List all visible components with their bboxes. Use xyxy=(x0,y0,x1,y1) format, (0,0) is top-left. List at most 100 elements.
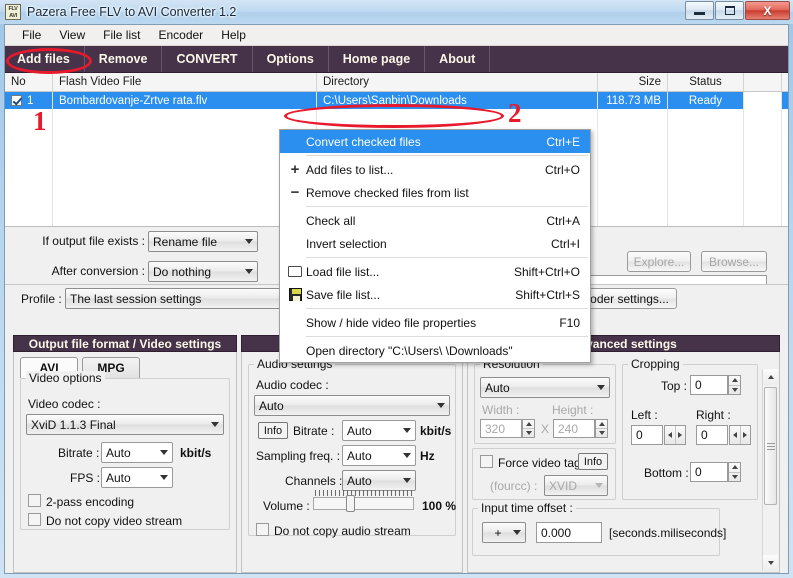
menu-item-add-files-to-list[interactable]: + Add files to list... Ctrl+O xyxy=(280,158,590,181)
menu-item-show-hide-video-properties[interactable]: Show / hide video file properties F10 xyxy=(280,311,590,334)
if-output-exists-select[interactable]: Rename file xyxy=(148,231,258,252)
file-list-context-menu[interactable]: Convert checked files Ctrl+E + Add files… xyxy=(279,129,591,363)
close-icon: X xyxy=(763,3,772,18)
menu-item-accel: Ctrl+A xyxy=(546,213,580,228)
menu-item-invert-selection[interactable]: Invert selection Ctrl+I xyxy=(280,232,590,255)
toolbar-home-page[interactable]: Home page xyxy=(329,46,426,72)
toolbar-options[interactable]: Options xyxy=(253,46,329,72)
explore-button[interactable]: Explore... xyxy=(627,251,691,272)
toolbar-remove[interactable]: Remove xyxy=(85,46,163,72)
volume-slider[interactable] xyxy=(313,497,414,510)
menu-view[interactable]: View xyxy=(50,26,94,44)
force-video-tag-info-button[interactable]: Info xyxy=(578,453,608,470)
chevron-down-icon xyxy=(731,474,738,479)
video-bitrate-select[interactable]: Auto xyxy=(101,442,173,463)
row-checkbox[interactable] xyxy=(11,95,22,106)
resolution-select[interactable]: Auto xyxy=(480,377,610,398)
column-header-size[interactable]: Size xyxy=(598,73,668,91)
settings-panels: Output file format / Video settings AVI … xyxy=(5,335,788,573)
menu-item-load-file-list[interactable]: Load file list... Shift+Ctrl+O xyxy=(280,260,590,283)
column-header-no[interactable]: No xyxy=(5,73,53,91)
width-input[interactable]: 320 xyxy=(480,419,522,438)
minimize-button[interactable] xyxy=(685,1,714,20)
width-stepper[interactable] xyxy=(522,419,535,438)
audio-info-button[interactable]: Info xyxy=(258,422,288,439)
maximize-button[interactable] xyxy=(715,1,744,20)
height-input[interactable]: 240 xyxy=(553,419,595,438)
column-header-status[interactable]: Status xyxy=(668,73,744,91)
no-copy-audio-checkbox[interactable] xyxy=(256,523,269,536)
after-conversion-select[interactable]: Do nothing xyxy=(148,261,258,282)
menu-item-open-directory[interactable]: Open directory "C:\Users\ \Downloads" xyxy=(280,339,590,362)
crop-top-stepper[interactable] xyxy=(728,375,741,395)
advanced-panel-body: Resolution Auto Width : Height : 320 X 2… xyxy=(467,352,780,573)
app-icon-top-label: FLV xyxy=(8,6,18,12)
volume-value: 100 % xyxy=(422,499,457,513)
column-header-directory[interactable]: Directory xyxy=(317,73,598,91)
menu-item-check-all[interactable]: Check all Ctrl+A xyxy=(280,209,590,232)
after-conversion-label: After conversion : xyxy=(51,264,145,278)
browse-button[interactable]: Browse... xyxy=(701,251,767,272)
window-controls: X xyxy=(685,1,790,20)
chevron-down-icon xyxy=(403,478,411,483)
chevron-down-icon xyxy=(403,453,411,458)
video-panel-body: AVI MPG Video options Video codec : XviD… xyxy=(13,352,237,573)
two-pass-checkbox[interactable] xyxy=(28,494,41,507)
crop-left-stepper[interactable] xyxy=(664,425,686,445)
toolbar-add-files[interactable]: Add files xyxy=(5,46,85,72)
menu-item-label: Open directory "C:\Users\ \Downloads" xyxy=(306,343,513,358)
volume-slider-thumb[interactable] xyxy=(346,495,355,512)
menu-help[interactable]: Help xyxy=(212,26,255,44)
menu-item-remove-checked-files[interactable]: − Remove checked files from list xyxy=(280,181,590,204)
video-fps-value: Auto xyxy=(106,470,131,485)
menu-item-label: Add files to list... xyxy=(306,162,394,177)
menu-item-save-file-list[interactable]: Save file list... Shift+Ctrl+S xyxy=(280,283,590,306)
audio-codec-select[interactable]: Auto xyxy=(254,395,450,416)
audio-bitrate-select[interactable]: Auto xyxy=(342,420,416,441)
force-video-tag-checkbox[interactable] xyxy=(480,455,493,468)
menu-item-label: Invert selection xyxy=(306,236,387,251)
chevron-down-icon xyxy=(245,269,253,274)
video-fps-select[interactable]: Auto xyxy=(101,467,173,488)
offset-sign-value: + xyxy=(494,525,502,540)
video-codec-select[interactable]: XviD 1.1.3 Final xyxy=(26,414,224,435)
menu-item-convert-checked-files[interactable]: Convert checked files Ctrl+E xyxy=(280,130,590,153)
no-copy-video-checkbox[interactable] xyxy=(28,513,41,526)
video-panel-header: Output file format / Video settings xyxy=(13,335,237,352)
toolbar-about[interactable]: About xyxy=(425,46,491,72)
crop-bottom-stepper[interactable] xyxy=(728,462,741,482)
force-video-tag-label: Force video tag xyxy=(498,456,581,470)
sampling-freq-select[interactable]: Auto xyxy=(342,445,416,466)
client-area: File View File list Encoder Help Add fil… xyxy=(4,24,789,574)
scroll-down-button[interactable] xyxy=(763,555,778,571)
fourcc-select[interactable]: XVID xyxy=(544,475,608,496)
video-bitrate-unit: kbit/s xyxy=(180,446,212,460)
height-label: Height : xyxy=(552,403,594,417)
scrollbar-thumb[interactable] xyxy=(764,387,777,505)
crop-left-input[interactable]: 0 xyxy=(631,425,663,445)
app-icon-bottom-label: AVI xyxy=(9,13,17,19)
toolbar-convert[interactable]: CONVERT xyxy=(162,46,253,72)
menu-encoder[interactable]: Encoder xyxy=(149,26,212,44)
crop-right-stepper[interactable] xyxy=(729,425,751,445)
menu-separator xyxy=(306,155,588,156)
scroll-up-button[interactable] xyxy=(763,369,778,385)
table-row[interactable]: 1 Bombardovanje-Zrtve rata.flv C:\Users\… xyxy=(5,92,788,109)
crop-right-input[interactable]: 0 xyxy=(696,425,728,445)
app-icon: FLV AVI xyxy=(5,4,21,20)
height-stepper[interactable] xyxy=(595,419,608,438)
menu-file-list[interactable]: File list xyxy=(94,26,149,44)
input-time-offset-label: Input time offset : xyxy=(478,501,576,515)
menu-file[interactable]: File xyxy=(13,26,50,44)
offset-value-input[interactable]: 0.000 xyxy=(536,522,602,543)
offset-sign-select[interactable]: + xyxy=(482,522,526,543)
crop-bottom-input[interactable]: 0 xyxy=(690,462,728,482)
column-header-file[interactable]: Flash Video File xyxy=(53,73,317,91)
video-settings-panel: Output file format / Video settings AVI … xyxy=(13,335,237,573)
menu-item-label: Check all xyxy=(306,213,356,228)
channels-select[interactable]: Auto xyxy=(342,470,416,491)
crop-top-input[interactable]: 0 xyxy=(690,375,728,395)
advanced-panel-scrollbar[interactable] xyxy=(762,369,778,571)
close-button[interactable]: X xyxy=(745,1,790,20)
